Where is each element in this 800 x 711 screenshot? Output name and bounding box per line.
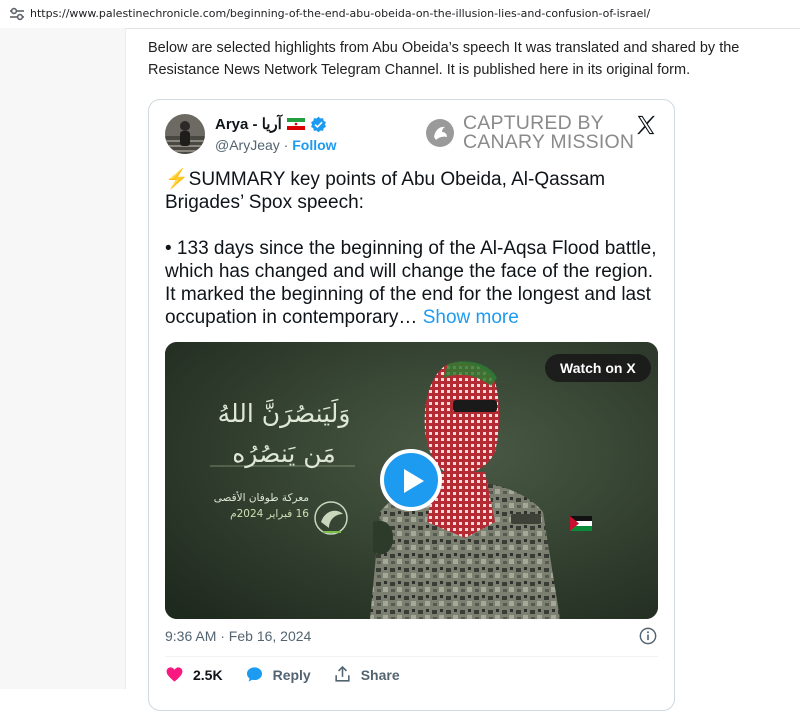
verified-badge-icon xyxy=(310,116,326,132)
video-arabic-verse: وَلَيَنصُرَنَّ اللهُ مَن يَنصُرُه xyxy=(179,394,389,474)
palestine-flag-patch xyxy=(570,516,592,531)
iran-flag-icon xyxy=(286,118,305,130)
handle[interactable]: @AryJeay xyxy=(215,137,280,153)
author-handle-row: @AryJeay · Follow xyxy=(215,137,337,153)
caption-line-1: معركة طوفان الأقصى xyxy=(213,492,309,504)
avatar[interactable] xyxy=(165,114,205,154)
reply-label: Reply xyxy=(272,666,311,683)
article-intro: Below are selected highlights from Abu O… xyxy=(148,40,740,78)
video-player[interactable]: وَلَيَنصُرَنَّ اللهُ مَن يَنصُرُه معركة … xyxy=(165,342,658,619)
divider xyxy=(165,656,658,657)
verse-line-2: مَن يَنصُرُه xyxy=(232,439,336,468)
play-button[interactable] xyxy=(380,449,442,511)
watermark-line-2: CANARY MISSION xyxy=(463,131,635,153)
tweet-body: • 133 days since the beginning of the Al… xyxy=(165,238,657,328)
url-text[interactable]: https://www.palestinechronicle.com/begin… xyxy=(30,7,650,20)
display-name[interactable]: Arya - آریا xyxy=(215,115,282,133)
canary-mission-watermark: CAPTURED BY CANARY MISSION xyxy=(425,113,635,153)
video-caption: معركة طوفان الأقصى 16 فبراير 2024م xyxy=(179,490,309,522)
tweet-summary: ⚡SUMMARY key points of Abu Obeida, Al-Qa… xyxy=(165,169,606,213)
embedded-tweet[interactable]: Arya - آریا @AryJeay · Follow CAPTURED B… xyxy=(148,99,675,711)
tweet-text: ⚡SUMMARY key points of Abu Obeida, Al-Qa… xyxy=(165,168,660,329)
address-bar[interactable]: https://www.palestinechronicle.com/begin… xyxy=(0,0,800,29)
handle-separator: · xyxy=(279,137,293,153)
x-logo-icon[interactable] xyxy=(635,114,657,136)
verse-line-1: وَلَيَنصُرَنَّ اللهُ xyxy=(217,399,351,428)
reply-button[interactable]: Reply xyxy=(245,665,311,684)
follow-link[interactable]: Follow xyxy=(292,137,336,153)
info-icon[interactable] xyxy=(639,627,657,645)
watch-on-x-button[interactable]: Watch on X xyxy=(545,354,651,382)
share-icon xyxy=(335,665,350,682)
share-button[interactable]: Share xyxy=(333,665,400,684)
speech-bubble-icon xyxy=(246,667,262,682)
page-left-margin xyxy=(0,28,126,689)
show-more-link[interactable]: Show more xyxy=(423,307,519,328)
canary-logo-icon xyxy=(426,119,454,147)
play-icon xyxy=(404,469,424,493)
tweet-timestamp[interactable]: 9:36 AM · Feb 16, 2024 xyxy=(165,628,311,644)
share-label: Share xyxy=(360,666,400,683)
like-button[interactable]: 2.5K xyxy=(165,665,223,684)
tune-icon[interactable] xyxy=(9,7,25,21)
tweet-actions: 2.5K Reply Share xyxy=(165,665,422,684)
heart-icon xyxy=(166,667,183,682)
caption-line-2: 16 فبراير 2024م xyxy=(230,508,309,520)
like-count: 2.5K xyxy=(193,666,223,683)
author-name-row[interactable]: Arya - آریا xyxy=(215,115,327,133)
